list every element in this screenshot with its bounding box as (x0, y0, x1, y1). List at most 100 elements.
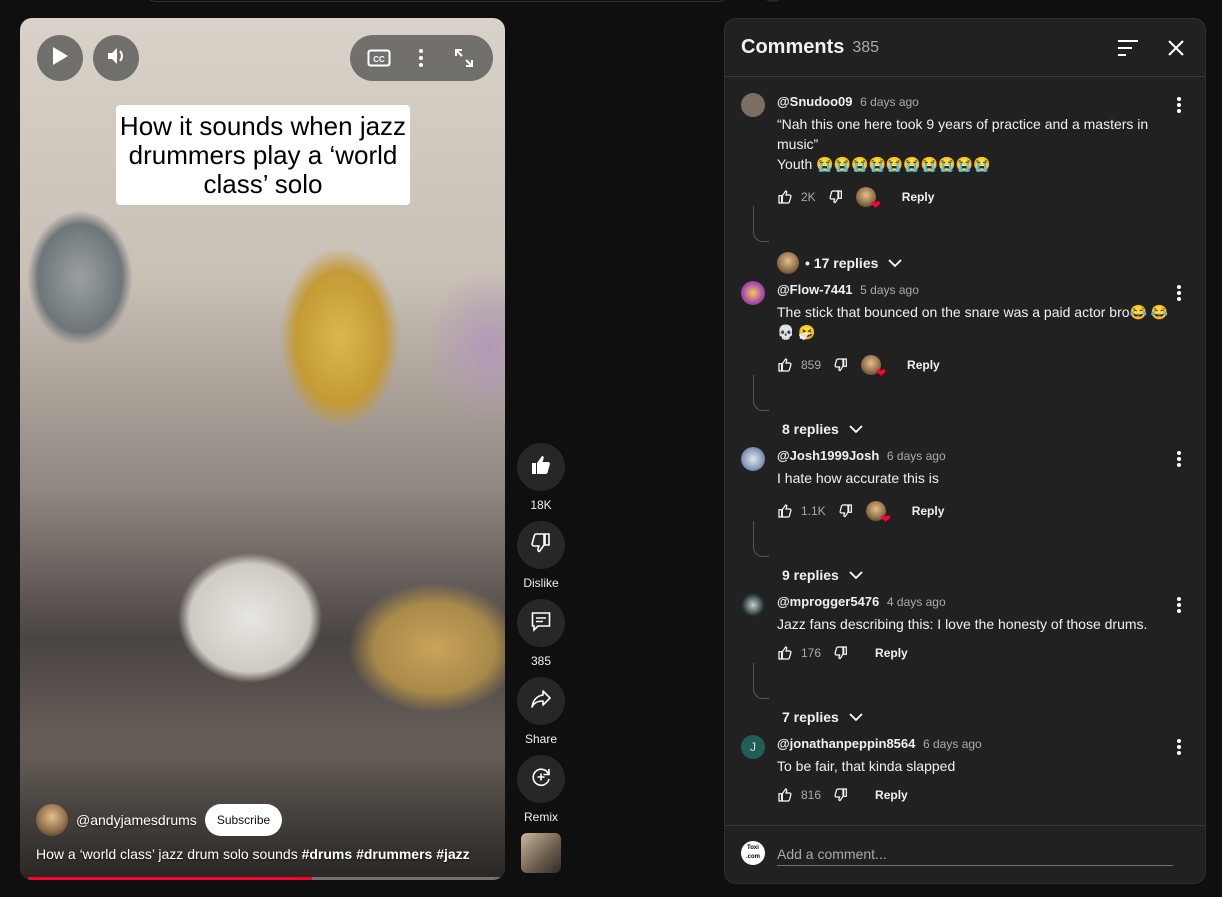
comment-avatar[interactable] (741, 93, 765, 117)
sort-icon[interactable] (1115, 35, 1141, 61)
comment-icon (529, 609, 553, 638)
comment-count: 385 (530, 654, 552, 668)
shorts-video-player[interactable]: How it sounds when jazz drummers play a … (20, 18, 505, 880)
volume-button[interactable] (93, 35, 139, 81)
creator-reply-avatar (777, 252, 799, 274)
comment-author[interactable]: @jonathanpeppin8564 (777, 736, 915, 751)
add-comment-bar: Toxi .com (725, 825, 1205, 883)
comment-avatar[interactable] (741, 447, 765, 471)
comment-dislike-button[interactable] (828, 189, 844, 205)
comment-header: @jonathanpeppin8564 6 days ago (777, 736, 982, 751)
view-replies-button[interactable]: • 17 replies (753, 206, 903, 274)
svg-text:CC: CC (373, 55, 385, 64)
comment-time[interactable]: 4 days ago (887, 595, 946, 609)
comment-header: @Snudoo09 6 days ago (777, 94, 919, 109)
comment-dislike-button[interactable] (833, 357, 849, 373)
dislike-button[interactable] (517, 521, 565, 569)
more-vert-icon[interactable] (403, 40, 439, 76)
comment-like-button[interactable] (777, 787, 793, 803)
comment-header: @Josh1999Josh 6 days ago (777, 448, 946, 463)
more-vert-icon[interactable] (1167, 593, 1191, 617)
channel-name[interactable]: @andyjamesdrums (76, 812, 197, 828)
comment-time[interactable]: 6 days ago (860, 95, 919, 109)
cc-icon[interactable]: CC (361, 40, 397, 76)
chevron-down-icon (888, 258, 903, 268)
channel-avatar[interactable] (36, 804, 68, 836)
hashtag-jazz[interactable]: #jazz (436, 846, 469, 862)
hashtag-drummers[interactable]: #drummers (356, 846, 432, 862)
like-count: 18K (530, 498, 552, 512)
video-progress-bar[interactable] (28, 877, 501, 880)
more-vert-icon[interactable] (1167, 735, 1191, 759)
comment-time[interactable]: 6 days ago (923, 737, 982, 751)
like-action: 18K (517, 443, 565, 511)
comment-text: To be fair, that kinda slapped (777, 758, 956, 774)
reply-button[interactable]: Reply (902, 190, 935, 204)
reply-button[interactable]: Reply (912, 504, 945, 518)
creator-heart-badge: ❤ (865, 501, 891, 525)
subscribe-button[interactable]: Subscribe (204, 804, 283, 836)
comment-text: “Nah this one here took 9 years of pract… (777, 116, 1149, 172)
comment-header: @Flow-7441 5 days ago (777, 282, 919, 297)
reply-thread-line (753, 663, 769, 699)
view-replies-button[interactable]: 9 replies (753, 521, 863, 583)
top-icon-edge[interactable] (760, 0, 786, 2)
comment-avatar[interactable] (741, 593, 765, 617)
comment-dislike-button[interactable] (833, 787, 849, 803)
comment-like-button[interactable] (777, 503, 793, 519)
comment-avatar[interactable] (741, 281, 765, 305)
comments-button[interactable] (517, 599, 565, 647)
share-label: Share (524, 732, 558, 746)
comment-dislike-button[interactable] (833, 645, 849, 661)
comments-header: Comments 385 (725, 19, 1205, 77)
comment-author[interactable]: @Flow-7441 (777, 282, 853, 297)
video-overlay-caption: How it sounds when jazz drummers play a … (116, 105, 410, 205)
comment-time[interactable]: 5 days ago (860, 283, 919, 297)
comment-like-button[interactable] (777, 357, 793, 373)
comment-text: I hate how accurate this is (777, 470, 939, 486)
reply-button[interactable]: Reply (875, 646, 908, 660)
view-replies-button[interactable]: 8 replies (753, 375, 863, 437)
remix-action: Remix (517, 755, 565, 823)
comment-like-button[interactable] (777, 645, 793, 661)
comment-like-count: 859 (801, 358, 822, 372)
more-vert-icon[interactable] (1167, 93, 1191, 117)
comment-thread: @Josh1999Josh 6 days ago I hate how accu… (741, 447, 1191, 583)
video-description[interactable]: How a ‘world class’ jazz drum solo sound… (36, 846, 470, 862)
comment-like-button[interactable] (777, 189, 793, 205)
comment-dislike-button[interactable] (838, 503, 854, 519)
comment-text: The stick that bounced on the snare was … (777, 304, 1169, 340)
more-vert-icon[interactable] (1167, 447, 1191, 471)
comment-time[interactable]: 6 days ago (887, 449, 946, 463)
replies-count: 8 replies (782, 421, 839, 437)
share-button[interactable] (517, 677, 565, 725)
thumb-down-icon (529, 531, 553, 560)
chevron-down-icon (849, 424, 863, 434)
reply-button[interactable]: Reply (875, 788, 908, 802)
add-comment-input[interactable] (777, 842, 1173, 866)
view-replies-button[interactable]: 7 replies (753, 663, 863, 725)
creator-heart-badge: ❤ (855, 187, 881, 211)
reply-button[interactable]: Reply (907, 358, 940, 372)
play-button[interactable] (37, 35, 83, 81)
remix-button[interactable] (517, 755, 565, 803)
chevron-down-icon (849, 712, 863, 722)
replies-count: 17 replies (813, 255, 879, 271)
hashtag-drums[interactable]: #drums (302, 846, 353, 862)
like-button[interactable] (517, 443, 565, 491)
comment-author[interactable]: @mprogger5476 (777, 594, 879, 609)
search-bar-edge[interactable] (145, 0, 730, 2)
comment-avatar[interactable]: J (741, 735, 765, 759)
audio-remix-thumbnail[interactable] (521, 833, 561, 873)
comment-header: @mprogger5476 4 days ago (777, 594, 946, 609)
user-avatar[interactable]: Toxi .com (741, 841, 765, 865)
comment-thread: J @jonathanpeppin8564 6 days ago To be f… (741, 735, 1191, 815)
close-icon[interactable] (1163, 35, 1189, 61)
comment-author[interactable]: @Snudoo09 (777, 94, 853, 109)
comment-action: 385 (517, 599, 565, 667)
more-vert-icon[interactable] (1167, 281, 1191, 305)
fullscreen-icon[interactable] (446, 40, 482, 76)
heart-icon: ❤ (870, 198, 881, 212)
comment-author[interactable]: @Josh1999Josh (777, 448, 879, 463)
comment-thread: @Snudoo09 6 days ago “Nah this one here … (741, 93, 1191, 274)
